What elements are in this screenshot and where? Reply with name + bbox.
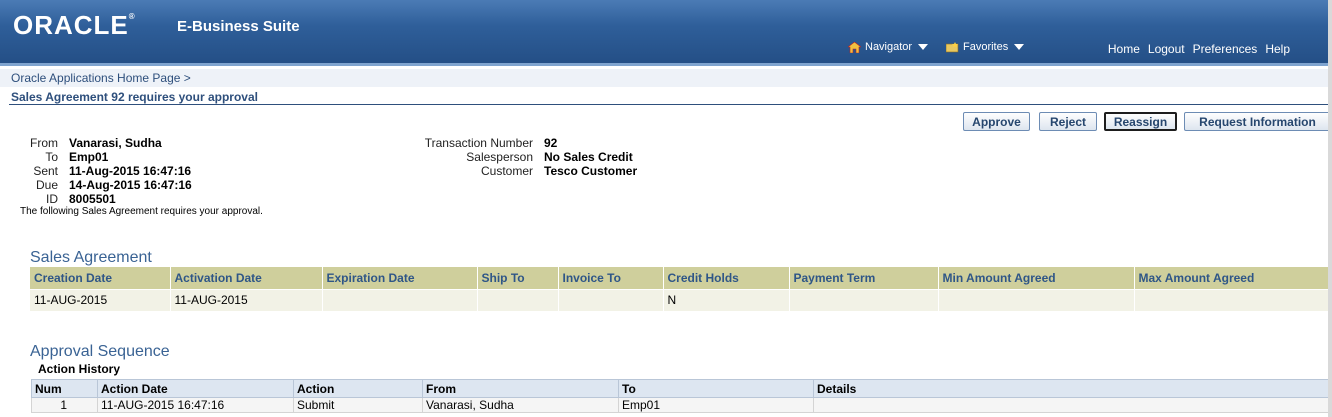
preferences-link[interactable]: Preferences [1193,42,1258,56]
to-value: Emp01 [69,150,109,164]
table-cell: 1 [31,397,98,413]
navigator-label: Navigator [865,41,913,53]
help-link[interactable]: Help [1265,42,1290,56]
column-header: From [422,379,619,398]
reject-button[interactable]: Reject [1039,112,1097,131]
title-divider [9,104,1328,105]
action-history-heading: Action History [38,362,121,376]
table-header-row: Creation Date Activation Date Expiration… [30,267,1332,289]
approval-note: The following Sales Agreement requires y… [20,206,263,217]
table-cell [1134,288,1332,311]
table-cell [558,288,664,311]
chevron-down-icon [1014,44,1025,50]
breadcrumb: Oracle Applications Home Page > [11,71,191,85]
table-row: 11-AUG-2015 11-AUG-2015 N [30,288,1332,311]
page-title: Sales Agreement 92 requires your approva… [11,90,258,104]
table-cell [789,288,939,311]
table-cell [477,288,559,311]
customer-value: Tesco Customer [544,164,638,178]
from-label: From [30,136,58,150]
table-cell [322,288,478,311]
due-label: Due [35,178,58,192]
table-row: 1 11-AUG-2015 16:47:16 Submit Vanarasi, … [31,397,1332,413]
column-header: Activation Date [170,267,323,289]
logout-link[interactable]: Logout [1148,42,1185,56]
oracle-logo: ORACLE® [13,10,136,40]
column-header: Credit Holds [663,267,790,289]
table-cell: 11-AUG-2015 16:47:16 [97,397,294,413]
customer-label: Customer [480,164,533,178]
global-links: Home Logout Preferences Help [1108,42,1290,56]
id-value: 8005501 [69,192,116,206]
suite-title: E-Business Suite [177,18,300,35]
id-label: ID [46,192,58,206]
breadcrumb-bar [0,69,1332,87]
reassign-button[interactable]: Reassign [1104,112,1177,131]
approve-button[interactable]: Approve [963,112,1030,131]
transaction-number-value: 92 [544,136,558,150]
from-value: Vanarasi, Sudha [69,136,162,150]
table-cell: 11-AUG-2015 [30,288,171,311]
column-header: To [618,379,814,398]
column-header: Creation Date [30,267,171,289]
table-cell [938,288,1135,311]
sent-label: Sent [33,164,58,178]
sent-value: 11-Aug-2015 16:47:16 [69,164,192,178]
column-header: Payment Term [789,267,939,289]
column-header: Num [31,379,98,398]
folder-star-icon [946,41,959,52]
due-value: 14-Aug-2015 16:47:16 [69,178,192,192]
column-header: Max Amount Agreed [1134,267,1332,289]
favorites-label: Favorites [963,41,1009,53]
table-header-row: Num Action Date Action From To Details [31,379,1332,398]
column-header: Min Amount Agreed [938,267,1135,289]
column-header: Details [813,379,1332,398]
table-cell: 11-AUG-2015 [170,288,323,311]
sales-agreement-heading: Sales Agreement [30,249,152,266]
column-header: Invoice To [558,267,664,289]
breadcrumb-home-link[interactable]: Oracle Applications Home Page [11,71,180,85]
to-label: To [45,150,58,164]
sales-agreement-table: Creation Date Activation Date Expiration… [30,267,1332,311]
action-history-table: Num Action Date Action From To Details 1… [31,379,1332,413]
home-icon [848,41,861,53]
transaction-number-label: Transaction Number [424,136,533,150]
column-header: Ship To [477,267,559,289]
breadcrumb-separator: > [183,71,191,85]
column-header: Expiration Date [322,267,478,289]
app-header: ORACLE® E-Business Suite Navigator Favor… [0,0,1332,66]
vertical-scrollbar[interactable] [1328,0,1332,417]
table-cell: N [663,288,790,311]
table-cell: Emp01 [618,397,814,413]
table-cell: Submit [293,397,423,413]
salesperson-value: No Sales Credit [544,150,633,164]
home-link[interactable]: Home [1108,42,1140,56]
table-cell [813,397,1332,413]
salesperson-label: Salesperson [466,150,533,164]
table-cell: Vanarasi, Sudha [422,397,619,413]
chevron-down-icon [918,44,929,50]
column-header: Action [293,379,423,398]
navigator-menu[interactable]: Navigator [848,41,929,53]
approval-sequence-heading: Approval Sequence [30,343,170,360]
column-header: Action Date [97,379,294,398]
favorites-menu[interactable]: Favorites [946,41,1025,53]
request-information-button[interactable]: Request Information [1184,112,1331,131]
